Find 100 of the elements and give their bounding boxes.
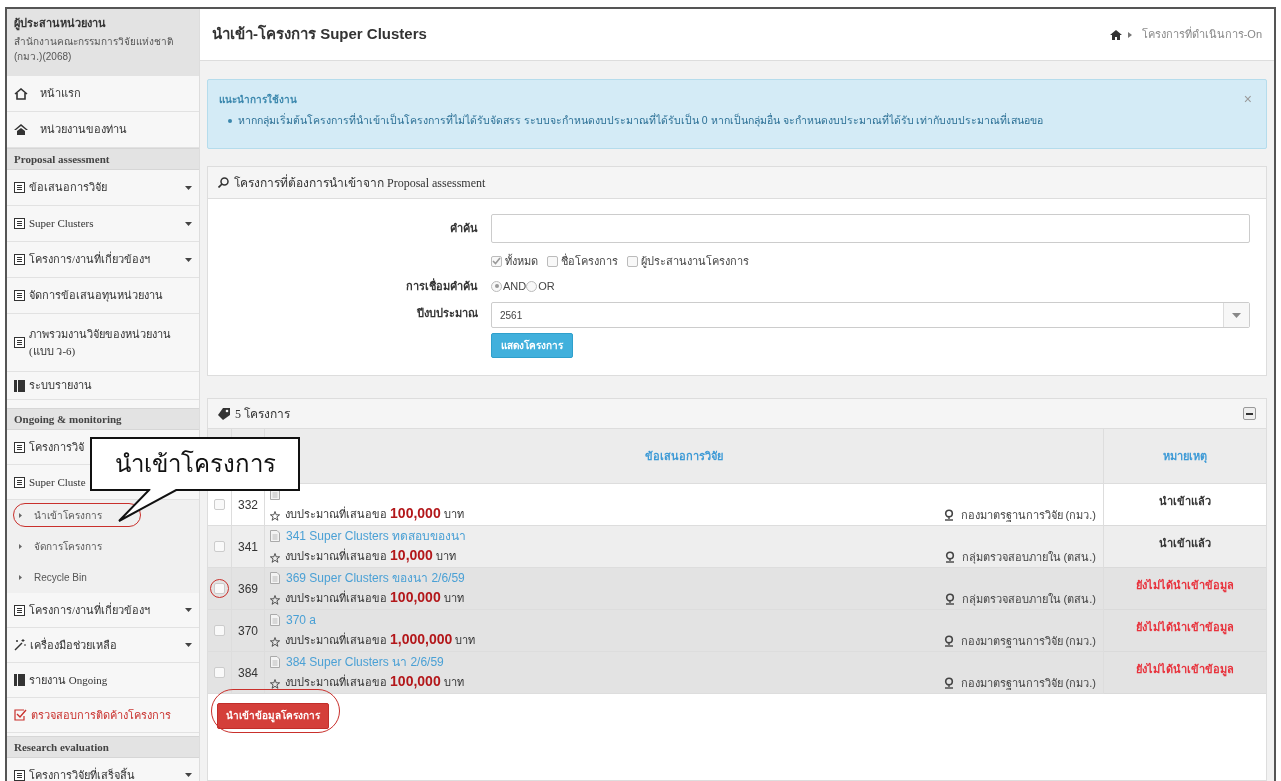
row-checkbox[interactable] [214,667,225,678]
sidebar-link[interactable]: จัดการข้อเสนอทุนหน่วยงาน [29,287,192,304]
sidebar-link[interactable]: ระบบรายงาน [29,377,192,394]
submenu-link[interactable]: นำเข้าโครงการ [34,508,102,523]
list-icon [14,290,25,301]
row-checkbox[interactable] [214,499,225,510]
checkbox-option[interactable]: ผู้ประสานงานโครงการ [627,252,749,270]
sidebar-link[interactable]: โครงการ/งานที่เกี่ยวข้องฯ [29,601,181,619]
search-field[interactable] [491,214,1250,243]
sidebar-link[interactable]: ข้อเสนอการวิจัย [29,179,181,196]
dropdown-arrow-icon [1232,312,1241,318]
document-icon [270,614,280,626]
budget-text: งบประมาณที่เสนอขอ 100,000 บาท [285,503,464,523]
budget-text: งบประมาณที่เสนอขอ 100,000 บาท [285,671,464,691]
agency-name: กลุ่มตรวจสอบภายใน (ตสน.) [961,550,1096,566]
budget-text: งบประมาณที่เสนอขอ 1,000,000 บาท [285,629,476,649]
list-icon [14,218,25,229]
sidebar-link[interactable]: Super Clusters [29,215,181,232]
home-icon [14,123,28,136]
section-header: Research evaluation [7,736,199,758]
book-icon [14,379,25,392]
list-icon [14,476,25,488]
section-header: Proposal assessment [7,148,199,170]
star-icon [270,678,280,689]
radio-button[interactable] [526,280,538,292]
home-icon [14,87,28,100]
field-label: คำค้น [449,221,478,237]
star-icon [270,510,280,521]
user-role: ผู้ประสานหน่วยงาน [14,16,107,31]
document-icon [270,572,280,584]
year-select[interactable]: 2561 [491,302,1250,328]
document-icon [270,656,280,668]
row-checkbox[interactable] [214,541,225,552]
row-checkbox[interactable] [214,583,225,594]
organization-name: สำนักงานคณะกรรมการวิจัยแห่งชาติ (กมว.)(2068) [14,35,174,64]
location-pin-icon [944,593,955,606]
home-icon [1109,29,1122,40]
checkbox[interactable] [547,255,558,267]
notice-text: หากกลุ่มเริ่มต้นโครงการที่นำเข้าเป็นโครงการที่ไม่ได้รับจัดสรร ระบบจะกำหนดงบประมาณที่ได้รับเป็น 0 หากเป็นกลุ่มอื่น จะกำหนดงบประมาณที่ได้รับ เท่ากับงบประมาณที่เสนอขอ [238,113,1044,129]
checkbox[interactable] [491,255,502,267]
budget-text: งบประมาณที่เสนอขอ 10,000 บาท [285,545,456,565]
breadcrumb-link[interactable]: โครงการที่ดำเนินการ-On [1141,26,1262,43]
radio-button[interactable] [491,280,502,292]
agency-name: กองมาตรฐานการวิจัย (กมว.) [960,676,1096,692]
list-icon [14,441,25,453]
sidebar-link[interactable]: เครื่องมือช่วยเหลือ [30,636,181,654]
sidebar-link[interactable]: หน่วยงานของท่าน [40,121,192,138]
status-text: ยังไม่ได้นำเข้าข้อมูล [1104,652,1266,694]
chevron-icon [1127,31,1132,38]
book-icon [14,674,25,686]
location-pin-icon [943,677,954,690]
sidebar-link[interactable]: โครงการวิจัยที่เสร็จสิ้น [29,766,181,781]
radio-option[interactable]: AND [491,277,527,295]
submenu-link[interactable]: จัดการโครงการ [34,539,102,554]
sidebar-link[interactable]: โครงการ/งานที่เกี่ยวข้องฯ [29,251,181,268]
radio-option[interactable]: OR [526,277,555,295]
notice-title: แนะนำการใช้งาน [219,92,297,107]
sidebar-link[interactable]: ตรวจสอบการติดค้างโครงการ [31,706,192,724]
collapse-button[interactable] [1243,407,1256,420]
panel-title: โครงการที่ต้องการนำเข้าจาก Proposal assessment [234,173,486,192]
row-checkbox[interactable] [214,625,225,636]
import-projects-button[interactable]: นำเข้าข้อมูลโครงการ [217,702,329,729]
star-icon [270,594,280,605]
status-text: ยังไม่ได้นำเข้าข้อมูล [1104,610,1266,652]
table-cell: 384 [232,652,265,694]
checkbox-option[interactable]: ทั้งหมด [491,252,538,270]
page-title: นำเข้า-โครงการ Super Clusters [212,24,427,45]
agency-name: กลุ่มตรวจสอบภายใน (ตสน.) [961,592,1096,608]
star-icon [270,636,280,647]
sidebar-link[interactable]: ภาพรวมงานวิจัยของหน่วยงาน (แบบ ว-6) [29,325,192,360]
location-pin-icon [943,509,954,522]
bullet-icon [19,513,22,518]
location-pin-icon [943,635,954,648]
status-text: นำเข้าแล้ว [1104,526,1266,568]
magic-wand-icon [14,639,26,651]
callout-tooltip-tail [118,489,180,523]
checklist-icon [14,709,27,721]
field-label: การเชื่อมคำค้น [405,277,478,294]
minus-icon [1246,412,1253,415]
location-pin-icon [944,551,955,564]
sidebar-link[interactable]: หน้าแรก [40,85,192,102]
sidebar-link[interactable]: รายงาน Ongoing [29,671,192,689]
list-icon [14,182,25,193]
document-icon [270,530,280,542]
agency-name: กองมาตรฐานการวิจัย (กมว.) [960,508,1096,524]
search-icon [218,177,229,188]
checkbox[interactable] [627,255,638,267]
budget-text: งบประมาณที่เสนอขอ 100,000 บาท [285,587,464,607]
field-label: ปีงบประมาณ [416,306,478,322]
bullet-icon [19,544,22,549]
column-header: หมายเหตุ [1104,429,1266,484]
table-cell: 370 [232,610,265,652]
list-icon [14,254,25,265]
tag-icon [218,407,230,420]
table-cell: 341 [232,526,265,568]
star-icon [270,552,280,563]
submenu-link[interactable]: Recycle Bin [34,570,87,585]
bullet-icon [228,118,232,123]
checkbox-option[interactable]: ชื่อโครงการ [547,252,618,270]
bullet-icon [19,575,22,580]
